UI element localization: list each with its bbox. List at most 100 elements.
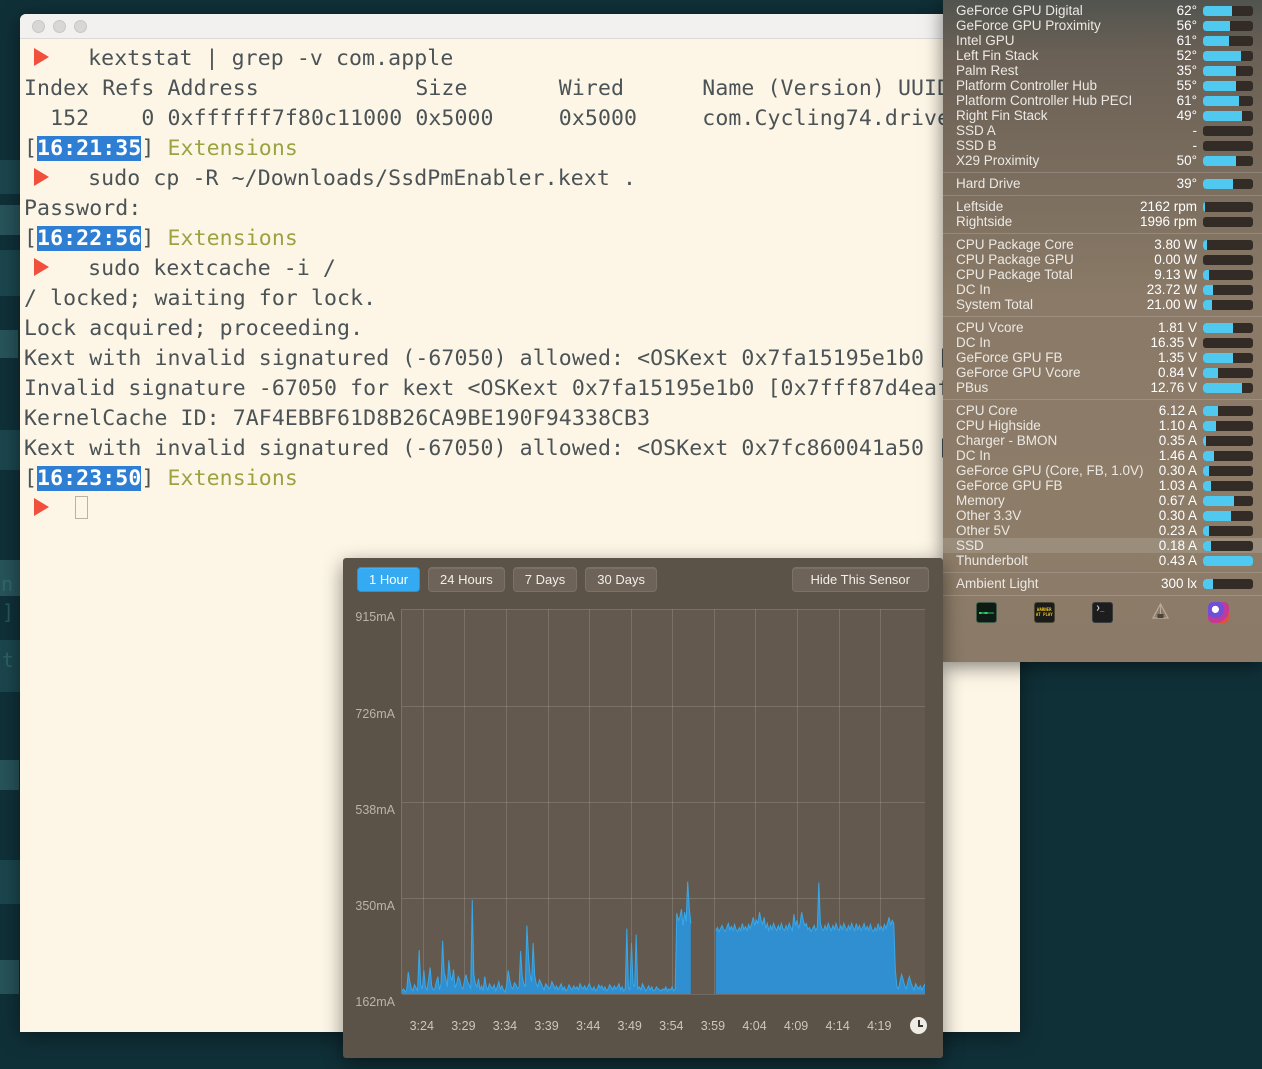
x-axis-tick-label: 3:39 <box>534 1019 559 1033</box>
sensor-row[interactable]: CPU Core 6.12 A <box>943 403 1262 418</box>
terminal-icon[interactable] <box>1091 602 1113 623</box>
x-axis: 3:24 3:29 3:34 3:39 3:44 3:49 3:54 3:59 4:04 4:09… <box>343 1009 943 1049</box>
sensor-row[interactable]: CPU Package Total 9.13 W <box>943 267 1262 282</box>
sensor-row[interactable]: SSD 0.18 A <box>943 538 1262 553</box>
range-button-1-hour[interactable]: 1 Hour <box>357 567 421 592</box>
sensor-bar <box>1203 95 1253 106</box>
sensor-row[interactable]: GeForce GPU FB 1.03 A <box>943 478 1262 493</box>
sensor-bar <box>1203 510 1253 521</box>
sensor-row[interactable]: Palm Rest 35° <box>943 63 1262 78</box>
sensor-label: Other 3.3V <box>956 508 1022 523</box>
terminal-output[interactable]: kextstat | grep -v com.apple Index Refs A… <box>20 39 1020 524</box>
sensor-row[interactable]: CPU Package GPU 0.00 W <box>943 252 1262 267</box>
sensor-row[interactable]: GeForce GPU FB 1.35 V <box>943 350 1262 365</box>
range-button-7-days[interactable]: 7 Days <box>512 567 578 592</box>
sensor-label: Palm Rest <box>956 63 1019 78</box>
sensor-label: CPU Package GPU <box>956 252 1074 267</box>
browser-icon[interactable] <box>1208 602 1230 623</box>
tent-icon[interactable] <box>1150 602 1171 623</box>
sensor-bar <box>1203 495 1253 506</box>
sensor-value: 0.23 A <box>1158 523 1197 538</box>
sensor-bar <box>1203 201 1253 212</box>
terminal-cursor[interactable] <box>75 496 88 519</box>
sensor-row[interactable]: Hard Drive 39° <box>943 176 1262 191</box>
sensor-value: 9.13 W <box>1154 267 1197 282</box>
istat-menus-icon[interactable] <box>975 602 997 623</box>
range-button-24-hours[interactable]: 24 Hours <box>428 567 505 592</box>
close-button[interactable] <box>32 19 45 33</box>
sensor-label: Thunderbolt <box>956 553 1029 568</box>
terminal-command: kextstat | grep -v com.apple <box>49 46 454 71</box>
sensor-row[interactable]: CPU Vcore 1.81 V <box>943 320 1262 335</box>
sensor-bar <box>1203 337 1253 348</box>
background-window-edge <box>0 205 20 235</box>
sensor-row[interactable]: Right Fin Stack 49° <box>943 108 1262 123</box>
sensor-panel-dock[interactable]: WARNER AT PLAY <box>943 595 1262 629</box>
sensor-label: GeForce GPU Digital <box>956 3 1083 18</box>
sensor-row[interactable]: PBus 12.76 V <box>943 380 1262 395</box>
y-axis-tick-label: 915mA <box>355 610 395 624</box>
sensor-row[interactable]: GeForce GPU Digital 62° <box>943 3 1262 18</box>
sensor-value: 0.35 A <box>1158 433 1197 448</box>
sensor-row[interactable]: Memory 0.67 A <box>943 493 1262 508</box>
sensor-row[interactable]: SSD A - <box>943 123 1262 138</box>
sensor-row[interactable]: CPU Highside 1.10 A <box>943 418 1262 433</box>
sensor-row[interactable]: SSD B - <box>943 138 1262 153</box>
sensor-value: 3.80 W <box>1154 237 1197 252</box>
sensor-value: 0.18 A <box>1158 538 1197 553</box>
sensor-row[interactable]: Platform Controller Hub 55° <box>943 78 1262 93</box>
sensor-row[interactable]: Rightside 1996 rpm <box>943 214 1262 229</box>
sensor-bar <box>1203 299 1253 310</box>
sensor-label: Left Fin Stack <box>956 48 1039 63</box>
sensor-value: 0.67 A <box>1158 493 1197 508</box>
terminal-timestamp: 16:22:56 <box>37 226 142 251</box>
graph-toolbar[interactable]: 1 Hour 24 Hours 7 Days 30 Days Hide This… <box>343 558 943 601</box>
sensor-value: 0.00 W <box>1154 252 1197 267</box>
sensor-row[interactable]: Thunderbolt 0.43 A <box>943 553 1262 568</box>
sensor-label: System Total <box>956 297 1034 312</box>
sensor-row[interactable]: GeForce GPU (Core, FB, 1.0V) 0.30 A <box>943 463 1262 478</box>
hide-this-sensor-button[interactable]: Hide This Sensor <box>791 567 929 592</box>
range-button-30-days[interactable]: 30 Days <box>585 567 657 592</box>
clock-icon[interactable] <box>910 1017 927 1034</box>
sensor-label: PBus <box>956 380 989 395</box>
sensor-row[interactable]: Leftside 2162 rpm <box>943 199 1262 214</box>
sensor-row[interactable]: Left Fin Stack 52° <box>943 48 1262 63</box>
sensor-row[interactable]: Ambient Light 300 lx <box>943 576 1262 591</box>
background-text: ] <box>2 600 15 624</box>
sensor-value: 6.12 A <box>1158 403 1197 418</box>
sensor-label: DC In <box>956 282 991 297</box>
y-axis-tick-label: 162mA <box>355 995 395 1009</box>
sensor-row[interactable]: Intel GPU 61° <box>943 33 1262 48</box>
minimize-button[interactable] <box>53 19 66 33</box>
chart-canvas[interactable] <box>401 609 925 995</box>
terminal-output-line: / locked; waiting for lock. <box>24 286 377 311</box>
sensor-row[interactable]: Charger - BMON 0.35 A <box>943 433 1262 448</box>
x-axis-tick-label: 3:29 <box>451 1019 476 1033</box>
sensor-label: SSD B <box>956 138 997 153</box>
sensor-graph-window[interactable]: 1 Hour 24 Hours 7 Days 30 Days Hide This… <box>343 558 943 1058</box>
sensor-bar <box>1203 322 1253 333</box>
warner-icon[interactable]: WARNER AT PLAY <box>1033 602 1055 623</box>
sensor-value: 55° <box>1176 78 1197 93</box>
x-axis-tick-label: 4:19 <box>867 1019 892 1033</box>
sensor-row[interactable]: X29 Proximity 50° <box>943 153 1262 168</box>
sensor-value: 12.76 V <box>1150 380 1197 395</box>
sensor-row[interactable]: DC In 23.72 W <box>943 282 1262 297</box>
x-axis-tick-label: 4:09 <box>783 1019 809 1033</box>
terminal-timestamp-line: [16:21:35] Extensions <box>24 134 1020 164</box>
sensor-panel[interactable]: GeForce GPU Digital 62° GeForce GPU Proxim… <box>943 0 1262 662</box>
terminal-titlebar[interactable] <box>20 14 1020 39</box>
sensor-row[interactable]: GeForce GPU Proximity 56° <box>943 18 1262 33</box>
sensor-row[interactable]: GeForce GPU Vcore 0.84 V <box>943 365 1262 380</box>
sensor-value: 50° <box>1176 153 1197 168</box>
sensor-row[interactable]: CPU Package Core 3.80 W <box>943 237 1262 252</box>
sensor-row[interactable]: System Total 21.00 W <box>943 297 1262 312</box>
sensor-row[interactable]: DC In 1.46 A <box>943 448 1262 463</box>
sensor-group-power: CPU Package Core 3.80 W CPU Package GPU 0.0… <box>943 233 1262 316</box>
sensor-row[interactable]: Other 5V 0.23 A <box>943 523 1262 538</box>
zoom-button[interactable] <box>74 19 87 33</box>
sensor-row[interactable]: DC In 16.35 V <box>943 335 1262 350</box>
sensor-row[interactable]: Platform Controller Hub PECI 61° <box>943 93 1262 108</box>
sensor-row[interactable]: Other 3.3V 0.30 A <box>943 508 1262 523</box>
